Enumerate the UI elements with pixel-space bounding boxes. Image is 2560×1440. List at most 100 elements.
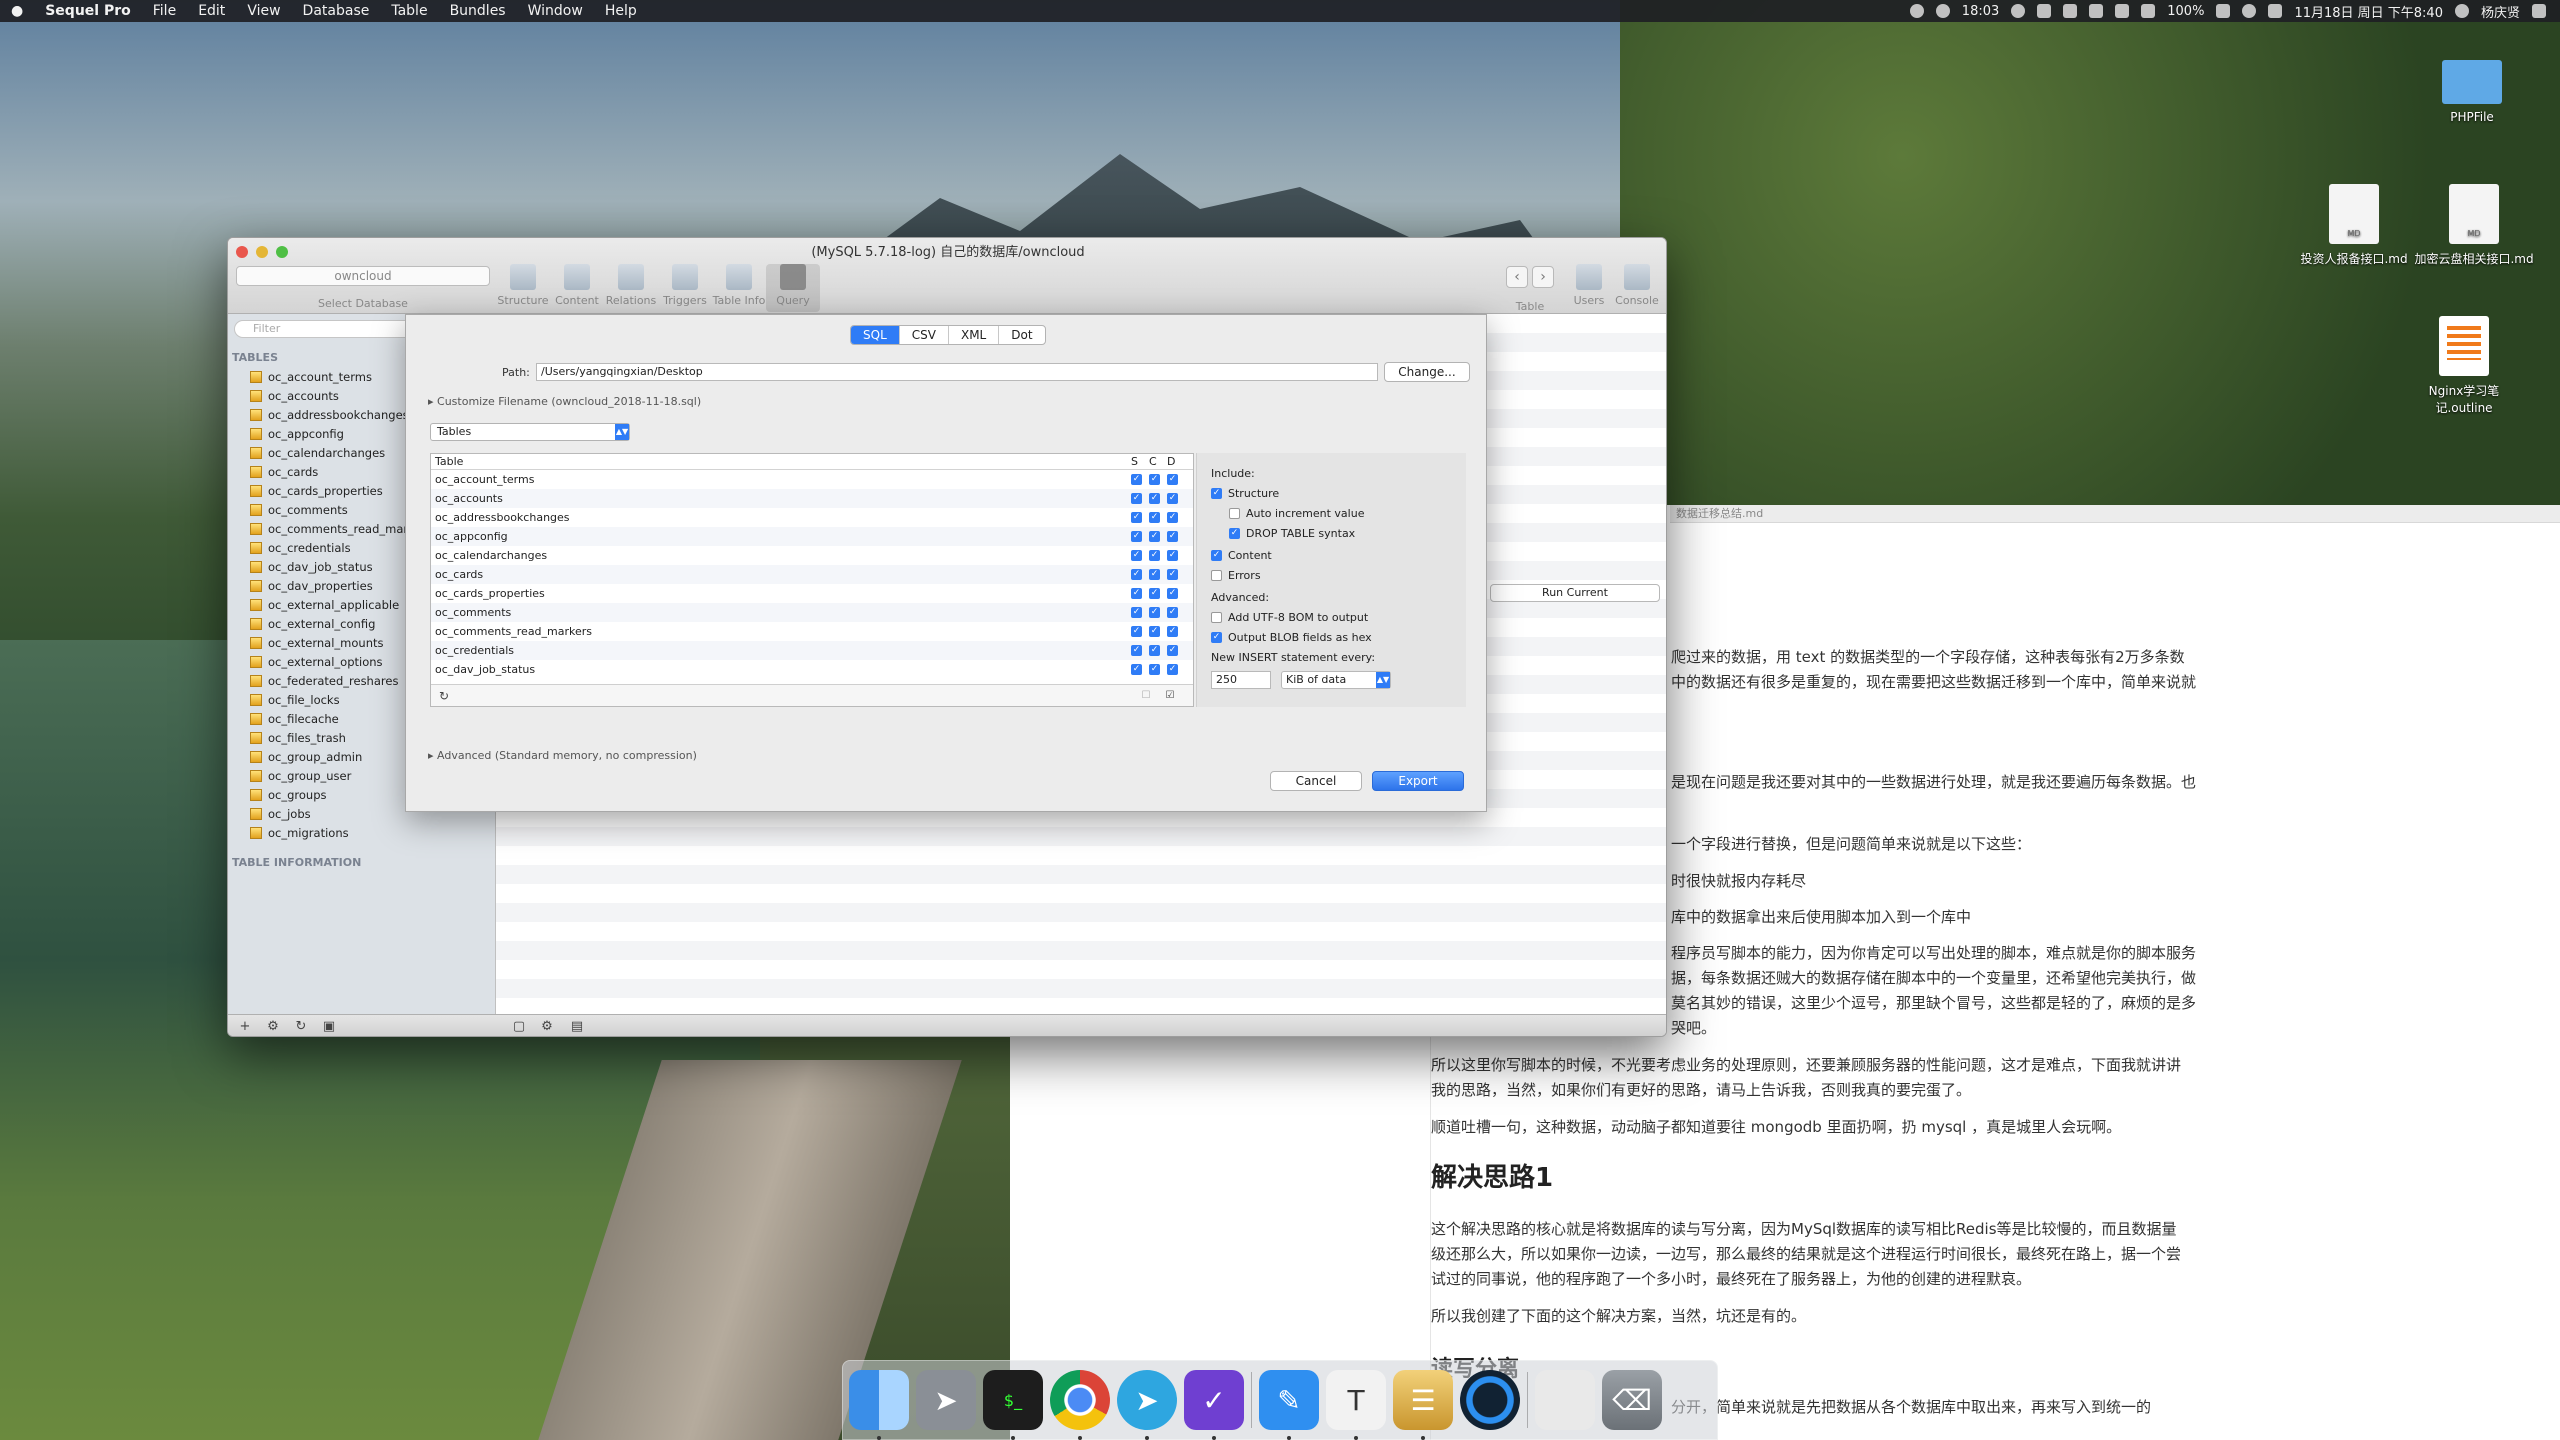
- structure-checkbox[interactable]: ✓: [1131, 588, 1142, 599]
- record-icon[interactable]: [1909, 4, 1924, 18]
- shield-icon[interactable]: [2011, 4, 2026, 18]
- structure-checkbox[interactable]: ✓: [1131, 474, 1142, 485]
- export-table-row[interactable]: oc_dav_job_status ✓ ✓ ✓: [431, 660, 1193, 679]
- history-back-button[interactable]: ‹: [1506, 266, 1528, 288]
- cancel-button[interactable]: Cancel: [1270, 771, 1362, 791]
- dock-sequel-pro-icon[interactable]: ☰: [1393, 1370, 1453, 1440]
- export-table-row[interactable]: oc_account_terms ✓ ✓ ✓: [431, 470, 1193, 489]
- export-table-row[interactable]: oc_cards ✓ ✓ ✓: [431, 565, 1193, 584]
- clock[interactable]: 11月18日 周日 下午8:40: [2294, 2, 2443, 21]
- structure-checkbox[interactable]: ✓: [1131, 607, 1142, 618]
- menu-help[interactable]: Help: [594, 3, 648, 19]
- music-icon[interactable]: [2037, 4, 2052, 18]
- desktop-folder-phpfile[interactable]: PHPFile: [2412, 60, 2532, 124]
- structure-checkbox[interactable]: ✓: [1131, 531, 1142, 542]
- drop-checkbox[interactable]: ✓: [1167, 588, 1178, 599]
- toolbar-relations[interactable]: Relations: [604, 264, 658, 307]
- info-panel-icon[interactable]: ▣: [318, 1018, 340, 1036]
- refresh-icon[interactable]: ↻: [290, 1018, 312, 1036]
- gear-icon[interactable]: ⚙: [262, 1018, 284, 1036]
- option-utf8-bom[interactable]: Add UTF-8 BOM to output: [1211, 611, 1368, 624]
- structure-checkbox[interactable]: ✓: [1131, 664, 1142, 675]
- run-current-button[interactable]: Run Current: [1490, 584, 1660, 602]
- grid-icon[interactable]: [2141, 4, 2156, 18]
- dock-typora-icon[interactable]: T: [1326, 1370, 1386, 1440]
- dock-quicktime-icon[interactable]: [1460, 1370, 1520, 1430]
- spotlight-icon[interactable]: [2454, 4, 2469, 18]
- content-checkbox[interactable]: ✓: [1149, 531, 1160, 542]
- dock-terminal-icon[interactable]: $_: [983, 1370, 1043, 1440]
- timer-readout[interactable]: 18:03: [1962, 4, 1999, 19]
- cloud-icon[interactable]: [2063, 4, 2078, 18]
- structure-checkbox[interactable]: ✓: [1131, 569, 1142, 580]
- toolbar-table-info[interactable]: Table Info: [712, 264, 766, 307]
- apple-menu-icon[interactable]: ●: [0, 3, 34, 19]
- select-all-icon[interactable]: ☑: [1159, 687, 1181, 705]
- export-table-row[interactable]: oc_cards_properties ✓ ✓ ✓: [431, 584, 1193, 603]
- content-checkbox[interactable]: ✓: [1149, 474, 1160, 485]
- drop-checkbox[interactable]: ✓: [1167, 531, 1178, 542]
- export-table-row[interactable]: oc_calendarchanges ✓ ✓ ✓: [431, 546, 1193, 565]
- option-errors[interactable]: Errors: [1211, 569, 1261, 582]
- history-forward-button[interactable]: ›: [1532, 266, 1554, 288]
- format-tab-sql[interactable]: SQL: [851, 326, 900, 344]
- drop-checkbox[interactable]: ✓: [1167, 626, 1178, 637]
- desktop-file-nginx[interactable]: Nginx学习笔记.outline: [2404, 316, 2524, 416]
- customize-filename-toggle[interactable]: ▸ Customize Filename (owncloud_2018-11-1…: [428, 395, 701, 408]
- toolbar-structure[interactable]: Structure: [496, 264, 550, 307]
- content-checkbox[interactable]: ✓: [1149, 512, 1160, 523]
- timer-icon[interactable]: [1935, 4, 1950, 18]
- export-table-row[interactable]: oc_credentials ✓ ✓ ✓: [431, 641, 1193, 660]
- query-history-icon[interactable]: ▤: [566, 1018, 588, 1036]
- wifi-icon[interactable]: [2242, 4, 2257, 18]
- drop-checkbox[interactable]: ✓: [1167, 607, 1178, 618]
- dock-paw-icon[interactable]: ✎: [1259, 1370, 1319, 1440]
- drop-checkbox[interactable]: ✓: [1167, 474, 1178, 485]
- option-content[interactable]: ✓ Content: [1211, 549, 1272, 562]
- battery-percent[interactable]: 100%: [2167, 4, 2204, 19]
- menu-database[interactable]: Database: [292, 3, 381, 19]
- export-button[interactable]: Export: [1372, 771, 1464, 791]
- dock-telegram-icon[interactable]: ➤: [1117, 1370, 1177, 1440]
- path-field[interactable]: /Users/yangqingxian/Desktop: [536, 363, 1378, 381]
- content-checkbox[interactable]: ✓: [1149, 493, 1160, 504]
- dock-trash-icon[interactable]: ⌫: [1602, 1370, 1662, 1430]
- dock-finder-icon[interactable]: [849, 1370, 909, 1440]
- notification-center-icon[interactable]: [2532, 4, 2546, 18]
- toolbar-query[interactable]: Query: [766, 264, 820, 312]
- panel-toggle-icon[interactable]: ▢: [508, 1018, 530, 1036]
- export-scope-select[interactable]: Tables ▲▼: [430, 423, 630, 441]
- database-select[interactable]: owncloud: [236, 266, 490, 286]
- structure-checkbox[interactable]: ✓: [1131, 626, 1142, 637]
- toolbar-console[interactable]: Console: [1610, 264, 1664, 307]
- content-checkbox[interactable]: ✓: [1149, 626, 1160, 637]
- content-checkbox[interactable]: ✓: [1149, 550, 1160, 561]
- toolbar-content[interactable]: Content: [550, 264, 604, 307]
- display-icon[interactable]: [2115, 4, 2130, 18]
- drop-checkbox[interactable]: ✓: [1167, 493, 1178, 504]
- advanced-toggle[interactable]: ▸ Advanced (Standard memory, no compress…: [428, 749, 697, 762]
- content-checkbox[interactable]: ✓: [1149, 588, 1160, 599]
- dock-omnifocus-icon[interactable]: ✓: [1184, 1370, 1244, 1440]
- column-structure[interactable]: S: [1131, 455, 1138, 468]
- desktop-file-report[interactable]: MD 投资人报备接口.md: [2294, 184, 2414, 267]
- content-checkbox[interactable]: ✓: [1149, 645, 1160, 656]
- option-blob-hex[interactable]: ✓ Output BLOB fields as hex: [1211, 631, 1372, 644]
- menu-bundles[interactable]: Bundles: [439, 3, 517, 19]
- option-drop-table[interactable]: ✓ DROP TABLE syntax: [1229, 527, 1355, 540]
- drop-checkbox[interactable]: ✓: [1167, 569, 1178, 580]
- app-menu[interactable]: Sequel Pro: [34, 3, 142, 19]
- user-menu[interactable]: 杨庆贤: [2481, 2, 2520, 21]
- export-table-row[interactable]: oc_comments ✓ ✓ ✓: [431, 603, 1193, 622]
- menu-window[interactable]: Window: [517, 3, 594, 19]
- content-checkbox[interactable]: ✓: [1149, 607, 1160, 618]
- export-table-row[interactable]: oc_addressbookchanges ✓ ✓ ✓: [431, 508, 1193, 527]
- drop-checkbox[interactable]: ✓: [1167, 512, 1178, 523]
- battery-icon[interactable]: [2216, 4, 2231, 18]
- export-table-row[interactable]: oc_appconfig ✓ ✓ ✓: [431, 527, 1193, 546]
- dock-chrome-icon[interactable]: [1050, 1370, 1110, 1440]
- refresh-list-icon[interactable]: ↻: [433, 687, 455, 705]
- toolbar-users[interactable]: Users: [1562, 264, 1616, 307]
- export-table-row[interactable]: oc_accounts ✓ ✓ ✓: [431, 489, 1193, 508]
- column-content[interactable]: C: [1149, 455, 1157, 468]
